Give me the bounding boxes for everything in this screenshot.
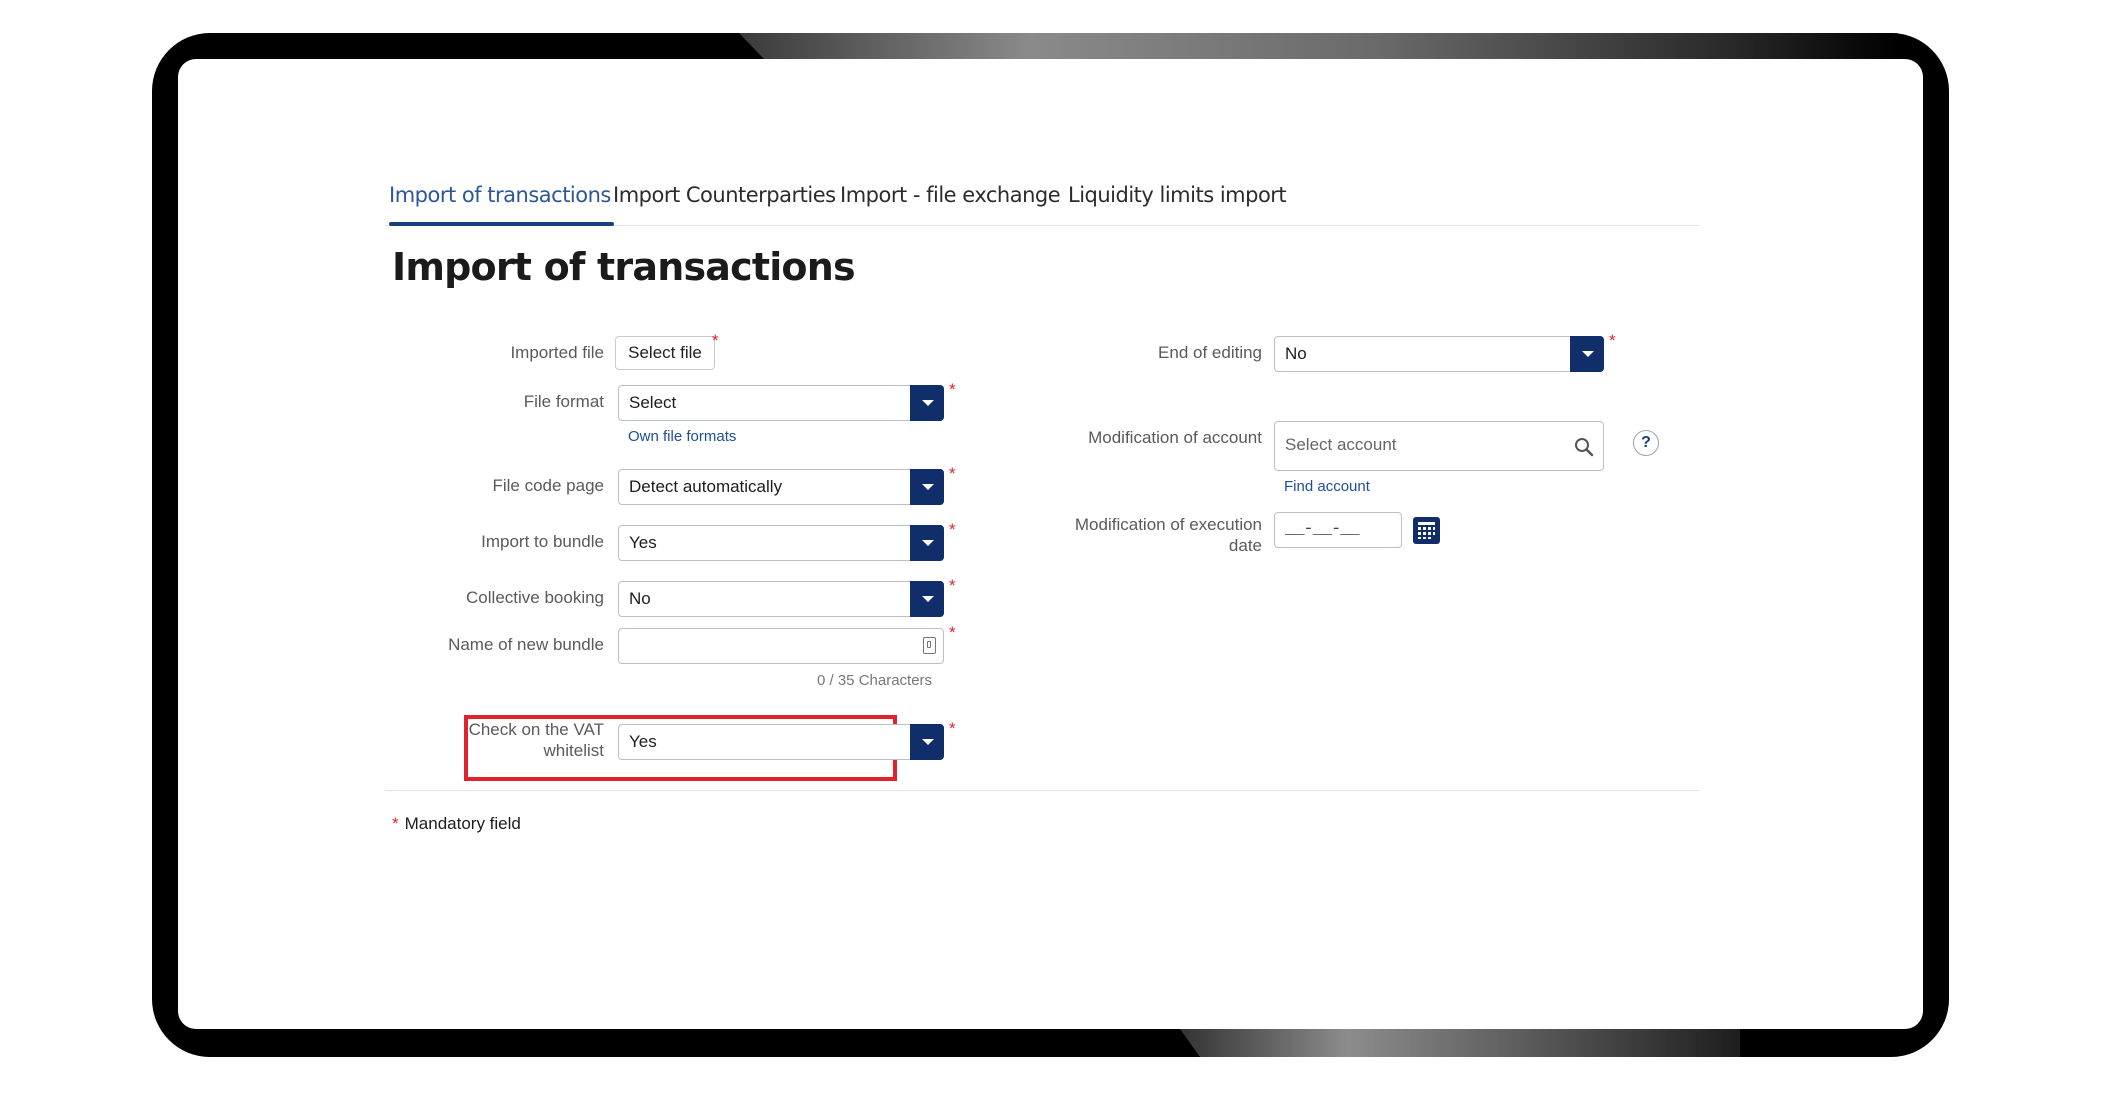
device-frame: Import of transactions Import Counterpar… [152, 33, 1949, 1057]
tab-bar: Import of transactions Import Counterpar… [385, 167, 1699, 226]
file-code-page-value: Detect automatically [629, 477, 783, 496]
tab-liquidity-limits-import[interactable]: Liquidity limits import [1068, 167, 1287, 223]
modification-of-execution-date-label: Modification of execution date [1038, 514, 1262, 556]
text-edit-icon [923, 637, 936, 654]
character-counter: 0 / 35 Characters [817, 672, 933, 689]
app-screen: Import of transactions Import Counterpar… [178, 59, 1923, 1029]
end-of-editing-label: End of editing [1158, 343, 1262, 362]
date-mask: __-__-__ [1285, 520, 1360, 539]
modification-of-account-label: Modification of account [1088, 428, 1262, 447]
required-marker: * [949, 719, 956, 738]
mandatory-note-text: Mandatory field [404, 814, 521, 833]
vat-whitelist-value: Yes [629, 732, 657, 751]
end-of-editing-select[interactable]: No [1274, 336, 1604, 372]
required-marker: * [949, 576, 956, 595]
import-to-bundle-value: Yes [629, 533, 657, 552]
dropdown-arrow-icon[interactable] [910, 469, 944, 505]
end-of-editing-value: No [1285, 344, 1307, 363]
file-format-value: Select [629, 393, 677, 412]
name-of-new-bundle-input[interactable] [618, 628, 944, 664]
form-divider [385, 790, 1699, 791]
required-marker: * [949, 520, 956, 539]
collective-booking-label: Collective booking [466, 588, 604, 607]
vat-whitelist-label-line1: Check on the VAT [468, 720, 604, 739]
execution-date-input[interactable]: __-__-__ [1274, 512, 1402, 548]
frame-highlight-bottom [1180, 1029, 1740, 1057]
collective-booking-select[interactable]: No [618, 581, 944, 617]
dropdown-arrow-icon[interactable] [910, 525, 944, 561]
import-to-bundle-label: Import to bundle [481, 532, 604, 551]
file-format-label: File format [523, 392, 604, 411]
file-code-page-select[interactable]: Detect automatically [618, 469, 944, 505]
vat-whitelist-label: Check on the VAT whitelist [368, 719, 604, 761]
file-format-select[interactable]: Select [618, 385, 944, 421]
required-marker: * [1609, 331, 1616, 350]
help-icon[interactable]: ? [1633, 430, 1659, 456]
required-marker: * [712, 331, 719, 350]
name-of-new-bundle-label: Name of new bundle [448, 635, 604, 654]
find-account-link[interactable]: Find account [1284, 478, 1370, 495]
select-file-button[interactable]: Select file [615, 336, 715, 370]
imported-file-label: Imported file [510, 343, 604, 362]
execution-date-label-line2: date [1228, 536, 1262, 555]
required-marker: * [949, 623, 956, 642]
import-to-bundle-select[interactable]: Yes [618, 525, 944, 561]
frame-highlight-top [739, 33, 1899, 59]
dropdown-arrow-icon[interactable] [910, 581, 944, 617]
dropdown-arrow-icon[interactable] [1570, 336, 1604, 372]
mandatory-note: * Mandatory field [392, 814, 521, 834]
calendar-grid [1418, 522, 1435, 539]
page-title: Import of transactions [392, 245, 856, 289]
account-search-input[interactable]: Select account [1274, 421, 1604, 471]
required-marker: * [392, 814, 399, 833]
tab-import-file-exchange[interactable]: Import - file exchange [840, 167, 1061, 223]
tab-import-of-transactions[interactable]: Import of transactions [389, 167, 614, 226]
required-marker: * [949, 464, 956, 483]
tab-import-counterparties[interactable]: Import Counterparties [613, 167, 836, 223]
calendar-icon[interactable] [1413, 517, 1440, 544]
vat-whitelist-select[interactable]: Yes [618, 724, 944, 760]
required-marker: * [949, 380, 956, 399]
own-file-formats-link[interactable]: Own file formats [628, 428, 736, 445]
vat-whitelist-label-line2: whitelist [543, 741, 604, 760]
search-icon[interactable] [1574, 437, 1594, 457]
dropdown-arrow-icon[interactable] [910, 724, 944, 760]
dropdown-arrow-icon[interactable] [910, 385, 944, 421]
file-code-page-label: File code page [492, 476, 604, 495]
execution-date-label-line1: Modification of execution [1074, 515, 1262, 534]
collective-booking-value: No [629, 589, 651, 608]
account-search-placeholder: Select account [1285, 435, 1397, 454]
